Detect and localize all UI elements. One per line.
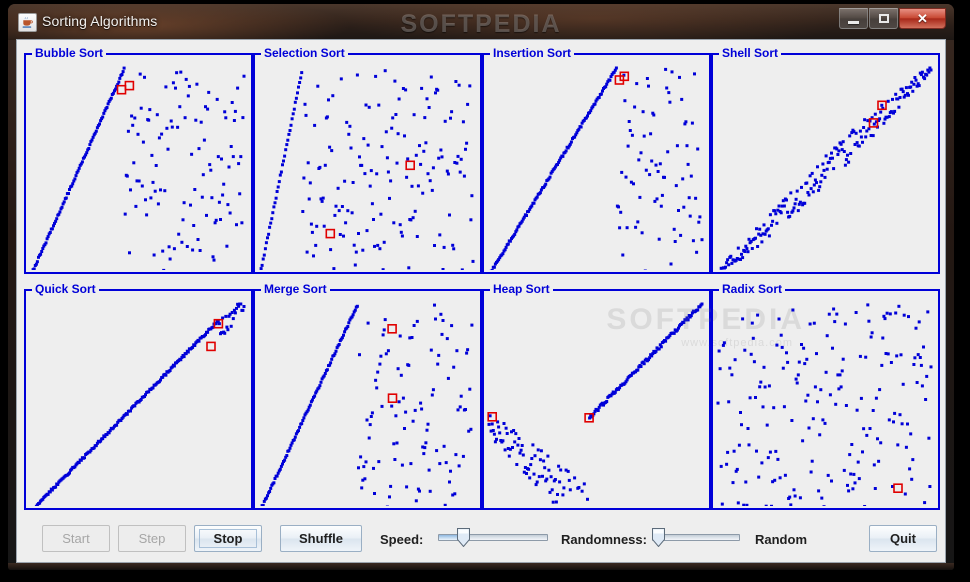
panel-title-insertion-sort: Insertion Sort <box>490 46 575 60</box>
speed-slider-thumb[interactable] <box>457 528 471 548</box>
panel-title-radix-sort: Radix Sort <box>719 282 786 296</box>
panel-bubble-sort: Bubble Sort <box>24 46 253 274</box>
panel-border <box>711 53 940 274</box>
panel-shell-sort: Shell Sort <box>711 46 940 274</box>
maximize-button[interactable] <box>869 8 898 29</box>
panel-selection-sort: Selection Sort <box>253 46 482 274</box>
plot-shell-sort[interactable] <box>715 64 936 270</box>
minimize-icon <box>848 20 859 24</box>
stop-button[interactable]: Stop <box>194 525 262 552</box>
randomness-slider[interactable] <box>652 525 740 552</box>
panel-border <box>711 289 940 510</box>
titlebar[interactable]: Sorting Algorithms SOFTPEDIA ✕ <box>8 4 954 40</box>
step-button-label: Step <box>138 531 166 546</box>
algorithm-panel-grid: Bubble Sort Selection Sort Insertion Sor… <box>24 46 940 517</box>
quit-button-label: Quit <box>890 531 916 546</box>
plot-heap-sort[interactable] <box>486 300 707 506</box>
plot-bubble-sort[interactable] <box>28 64 249 270</box>
screen: Sorting Algorithms SOFTPEDIA ✕ Bubble So… <box>0 0 970 582</box>
randomness-label: Randomness: <box>561 532 647 547</box>
randomness-value-label: Random <box>755 532 807 547</box>
panel-heap-sort: Heap Sort SOFTPEDIA www.softpedia.com <box>482 282 802 510</box>
plot-merge-sort[interactable] <box>257 300 478 506</box>
panel-title-bubble-sort: Bubble Sort <box>32 46 106 60</box>
plot-insertion-sort[interactable] <box>486 64 707 270</box>
panel-border <box>24 289 253 510</box>
panel-border <box>253 289 482 510</box>
panel-title-shell-sort: Shell Sort <box>719 46 782 60</box>
shuffle-button[interactable]: Shuffle <box>280 525 362 552</box>
control-bar: Start Step Stop Shuffle Speed: Randomnes… <box>24 521 940 557</box>
plot-selection-sort[interactable] <box>257 64 478 270</box>
panel-border <box>24 53 253 274</box>
window-bottom-edge <box>8 563 954 570</box>
client-area: Bubble Sort Selection Sort Insertion Sor… <box>16 39 946 563</box>
panel-title-quick-sort: Quick Sort <box>32 282 99 296</box>
maximize-icon <box>878 14 889 23</box>
speed-label: Speed: <box>380 532 424 547</box>
randomness-slider-track[interactable] <box>652 534 740 541</box>
minimize-button[interactable] <box>839 8 868 29</box>
panel-border <box>253 53 482 274</box>
speed-slider[interactable] <box>438 525 548 552</box>
panel-insertion-sort: Insertion Sort <box>482 46 711 274</box>
java-coffee-cup-icon[interactable] <box>18 13 37 32</box>
randomness-slider-thumb[interactable] <box>652 528 665 548</box>
panel-title-merge-sort: Merge Sort <box>261 282 330 296</box>
plot-quick-sort[interactable] <box>28 300 249 506</box>
shuffle-button-label: Shuffle <box>298 531 344 546</box>
focus-ring <box>199 529 257 548</box>
start-button[interactable]: Start <box>42 525 110 552</box>
window-controls: ✕ <box>839 8 946 29</box>
close-icon: ✕ <box>917 11 928 26</box>
panel-border: SOFTPEDIA www.softpedia.com <box>482 289 802 510</box>
panel-radix-sort: Radix Sort <box>711 282 940 510</box>
window-title: Sorting Algorithms <box>42 13 158 29</box>
quit-button[interactable]: Quit <box>869 525 937 552</box>
plot-radix-sort[interactable] <box>715 300 936 506</box>
application-window: Sorting Algorithms SOFTPEDIA ✕ Bubble So… <box>8 4 954 570</box>
panel-merge-sort: Merge Sort <box>253 282 482 510</box>
panel-title-heap-sort: Heap Sort <box>490 282 553 296</box>
start-button-label: Start <box>62 531 90 546</box>
panel-title-selection-sort: Selection Sort <box>261 46 348 60</box>
panel-border <box>482 53 711 274</box>
step-button[interactable]: Step <box>118 525 186 552</box>
panel-quick-sort: Quick Sort <box>24 282 253 510</box>
close-button[interactable]: ✕ <box>899 8 946 29</box>
